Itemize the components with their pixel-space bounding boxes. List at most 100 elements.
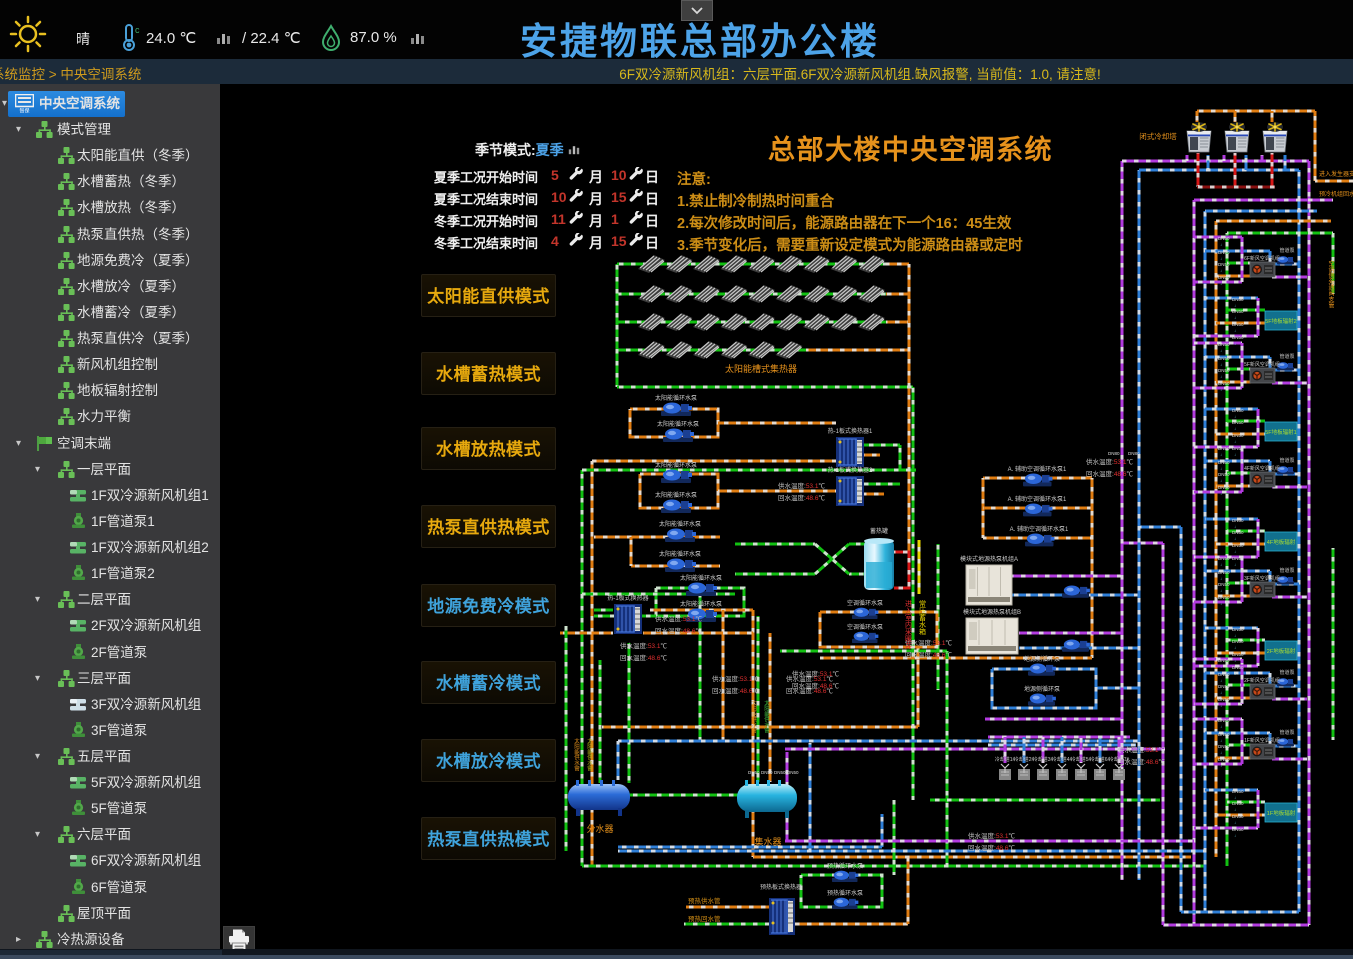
svg-text:预冷机组回水管: 预冷机组回水管 (1319, 190, 1353, 198)
svg-text:冷却塔3#: 冷却塔3# (1033, 756, 1054, 763)
svg-text:DN50: DN50 (1218, 556, 1230, 561)
svg-text:DN50: DN50 (1218, 672, 1230, 677)
svg-text:热-1板式换热器2: 热-1板式换热器2 (828, 466, 873, 474)
svg-text:6F新风空调机组: 6F新风空调机组 (1244, 255, 1280, 262)
svg-text:DN50: DN50 (787, 770, 799, 775)
svg-text:DN50: DN50 (761, 770, 773, 775)
svg-text:↓: ↓ (1220, 348, 1222, 353)
svg-text:太阳能循环水泵: 太阳能循环水泵 (655, 394, 697, 402)
svg-text:空调侧旁通阀支管: 空调侧旁通阀支管 (1327, 259, 1334, 309)
svg-text:空调循环水泵: 空调循环水泵 (847, 599, 883, 607)
svg-text:预热供水管: 预热供水管 (688, 896, 721, 905)
svg-text:↓: ↓ (1220, 703, 1222, 708)
svg-text:回水温度:48.6℃: 回水温度:48.6℃ (786, 686, 833, 695)
svg-text:↓: ↓ (1234, 341, 1236, 346)
svg-text:供水温度:53.1℃: 供水温度:53.1℃ (786, 674, 833, 683)
svg-text:↓: ↓ (1220, 466, 1222, 471)
svg-text:预热回水管: 预热回水管 (688, 914, 721, 923)
svg-text:↓: ↓ (1234, 820, 1236, 825)
svg-text:↓: ↓ (1220, 491, 1222, 496)
svg-text:管道泵: 管道泵 (1279, 353, 1294, 360)
svg-text:DN80: DN80 (1108, 451, 1120, 456)
svg-text:DN50: DN50 (1218, 446, 1230, 451)
svg-text:回水温度:48.6℃: 回水温度:48.6℃ (655, 626, 702, 635)
svg-text:A. 辅助空调循环水泵1: A. 辅助空调循环水泵1 (1010, 525, 1069, 533)
svg-text:A. 辅助空调循环水泵1: A. 辅助空调循环水泵1 (1008, 495, 1067, 503)
svg-text:↓: ↓ (1220, 763, 1222, 768)
svg-text:回水温度:48.6℃: 回水温度:48.6℃ (968, 843, 1015, 852)
svg-text:↓: ↓ (1234, 658, 1236, 663)
svg-text:冷却塔1#: 冷却塔1# (995, 756, 1016, 763)
svg-text:↓: ↓ (1220, 724, 1222, 729)
svg-text:太阳能槽式集热器: 太阳能槽式集热器 (725, 363, 797, 374)
svg-text:↓: ↓ (1234, 645, 1236, 650)
svg-text:↓: ↓ (1220, 588, 1222, 593)
svg-text:回水温度:48.6℃: 回水温度:48.6℃ (778, 493, 825, 502)
svg-text:DN50: DN50 (1218, 262, 1230, 267)
svg-text:2F地板辐射: 2F地板辐射 (1267, 647, 1296, 655)
svg-text:DN50: DN50 (774, 770, 786, 775)
svg-text:供水温度:53.1℃: 供水温度:53.1℃ (968, 831, 1015, 840)
svg-text:供水温度:53.1℃: 供水温度:53.1℃ (620, 641, 667, 650)
svg-text:↓: ↓ (1220, 242, 1222, 247)
svg-text:DN50: DN50 (1218, 658, 1230, 663)
svg-text:预热板式换热器: 预热板式换热器 (760, 883, 802, 891)
svg-text:太阳能循环水泵: 太阳能循环水泵 (659, 550, 701, 558)
svg-text:↓: ↓ (1220, 362, 1222, 367)
svg-text:2F新风空调机组: 2F新风空调机组 (1244, 677, 1280, 684)
svg-text:模块式地源热泵机组B: 模块式地源热泵机组B (963, 608, 1021, 616)
svg-text:↓: ↓ (1220, 281, 1222, 286)
svg-text:DN50: DN50 (1232, 335, 1244, 340)
svg-text:冷却塔4#: 冷却塔4# (1052, 756, 1073, 763)
svg-text:↓: ↓ (1234, 633, 1236, 638)
svg-text:DN50: DN50 (1232, 827, 1244, 832)
svg-text:回水温度:48.6℃: 回水温度:48.6℃ (712, 686, 759, 695)
svg-text:管道泵: 管道泵 (1279, 457, 1294, 464)
svg-text:↓: ↓ (1234, 414, 1236, 419)
svg-text:↓: ↓ (1234, 426, 1236, 431)
svg-text:DN50: DN50 (1232, 433, 1244, 438)
svg-text:DN50: DN50 (1218, 744, 1230, 749)
svg-text:↓: ↓ (1234, 833, 1236, 838)
svg-text:DN50: DN50 (1232, 801, 1244, 806)
svg-text:太阳能循环水泵: 太阳能循环水泵 (680, 574, 722, 582)
svg-text:集水器: 集水器 (754, 836, 781, 847)
svg-text:DN50: DN50 (1218, 368, 1230, 373)
svg-text:DN50: DN50 (1218, 460, 1230, 465)
svg-text:冷却塔2#: 冷却塔2# (1014, 756, 1035, 763)
svg-text:↓: ↓ (1220, 562, 1222, 567)
svg-text:5F地板辐射1: 5F地板辐射1 (1265, 428, 1296, 436)
svg-text:DN50: DN50 (1218, 275, 1230, 280)
svg-text:太阳能循环水泵: 太阳能循环水泵 (657, 420, 699, 428)
svg-text:闭式冷却塔: 闭式冷却塔 (1139, 131, 1177, 141)
svg-text:↓: ↓ (1220, 374, 1222, 379)
svg-text:供水温度:53.1℃: 供水温度:53.1℃ (778, 481, 825, 490)
svg-text:回水温度:48.6℃: 回水温度:48.6℃ (620, 653, 667, 662)
svg-text:地源侧循环泵: 地源侧循环泵 (1024, 685, 1060, 693)
svg-text:DN50: DN50 (1218, 342, 1230, 347)
svg-text:热-1板式换热器1: 热-1板式换热器1 (828, 427, 873, 435)
svg-text:DN50: DN50 (1232, 639, 1244, 644)
svg-text:↓: ↓ (1220, 268, 1222, 273)
svg-text:5F地板辐射2: 5F地板辐射2 (1265, 317, 1296, 325)
svg-text:↓: ↓ (1234, 315, 1236, 320)
svg-text:↓: ↓ (1234, 549, 1236, 554)
svg-text:4F新风空调机组: 4F新风空调机组 (1244, 465, 1280, 472)
svg-text:DN50: DN50 (1232, 530, 1244, 535)
svg-text:预热循环水泵: 预热循环水泵 (827, 862, 863, 870)
svg-text:↓: ↓ (1234, 807, 1236, 812)
svg-text:DN50: DN50 (1232, 627, 1244, 632)
svg-text:太阳能循环水泵: 太阳能循环水泵 (655, 461, 697, 469)
svg-text:DN50: DN50 (1218, 570, 1230, 575)
svg-text:DN50: DN50 (1232, 408, 1244, 413)
svg-text:↓: ↓ (1220, 690, 1222, 695)
svg-text:DN50: DN50 (1232, 518, 1244, 523)
svg-text:DN50: DN50 (1218, 684, 1230, 689)
svg-text:进入室内采暖井: 进入室内采暖井 (905, 600, 913, 650)
svg-text:DN50: DN50 (1232, 814, 1244, 819)
svg-text:冷却塔6#: 冷却塔6# (1090, 756, 1111, 763)
svg-text:供水温度:53.1℃: 供水温度:53.1℃ (655, 614, 702, 623)
svg-text:太阳能供水管: 太阳能供水管 (750, 699, 757, 735)
svg-text:DN50: DN50 (1218, 485, 1230, 490)
svg-text:回水温度:48.6℃: 回水温度:48.6℃ (905, 650, 952, 659)
